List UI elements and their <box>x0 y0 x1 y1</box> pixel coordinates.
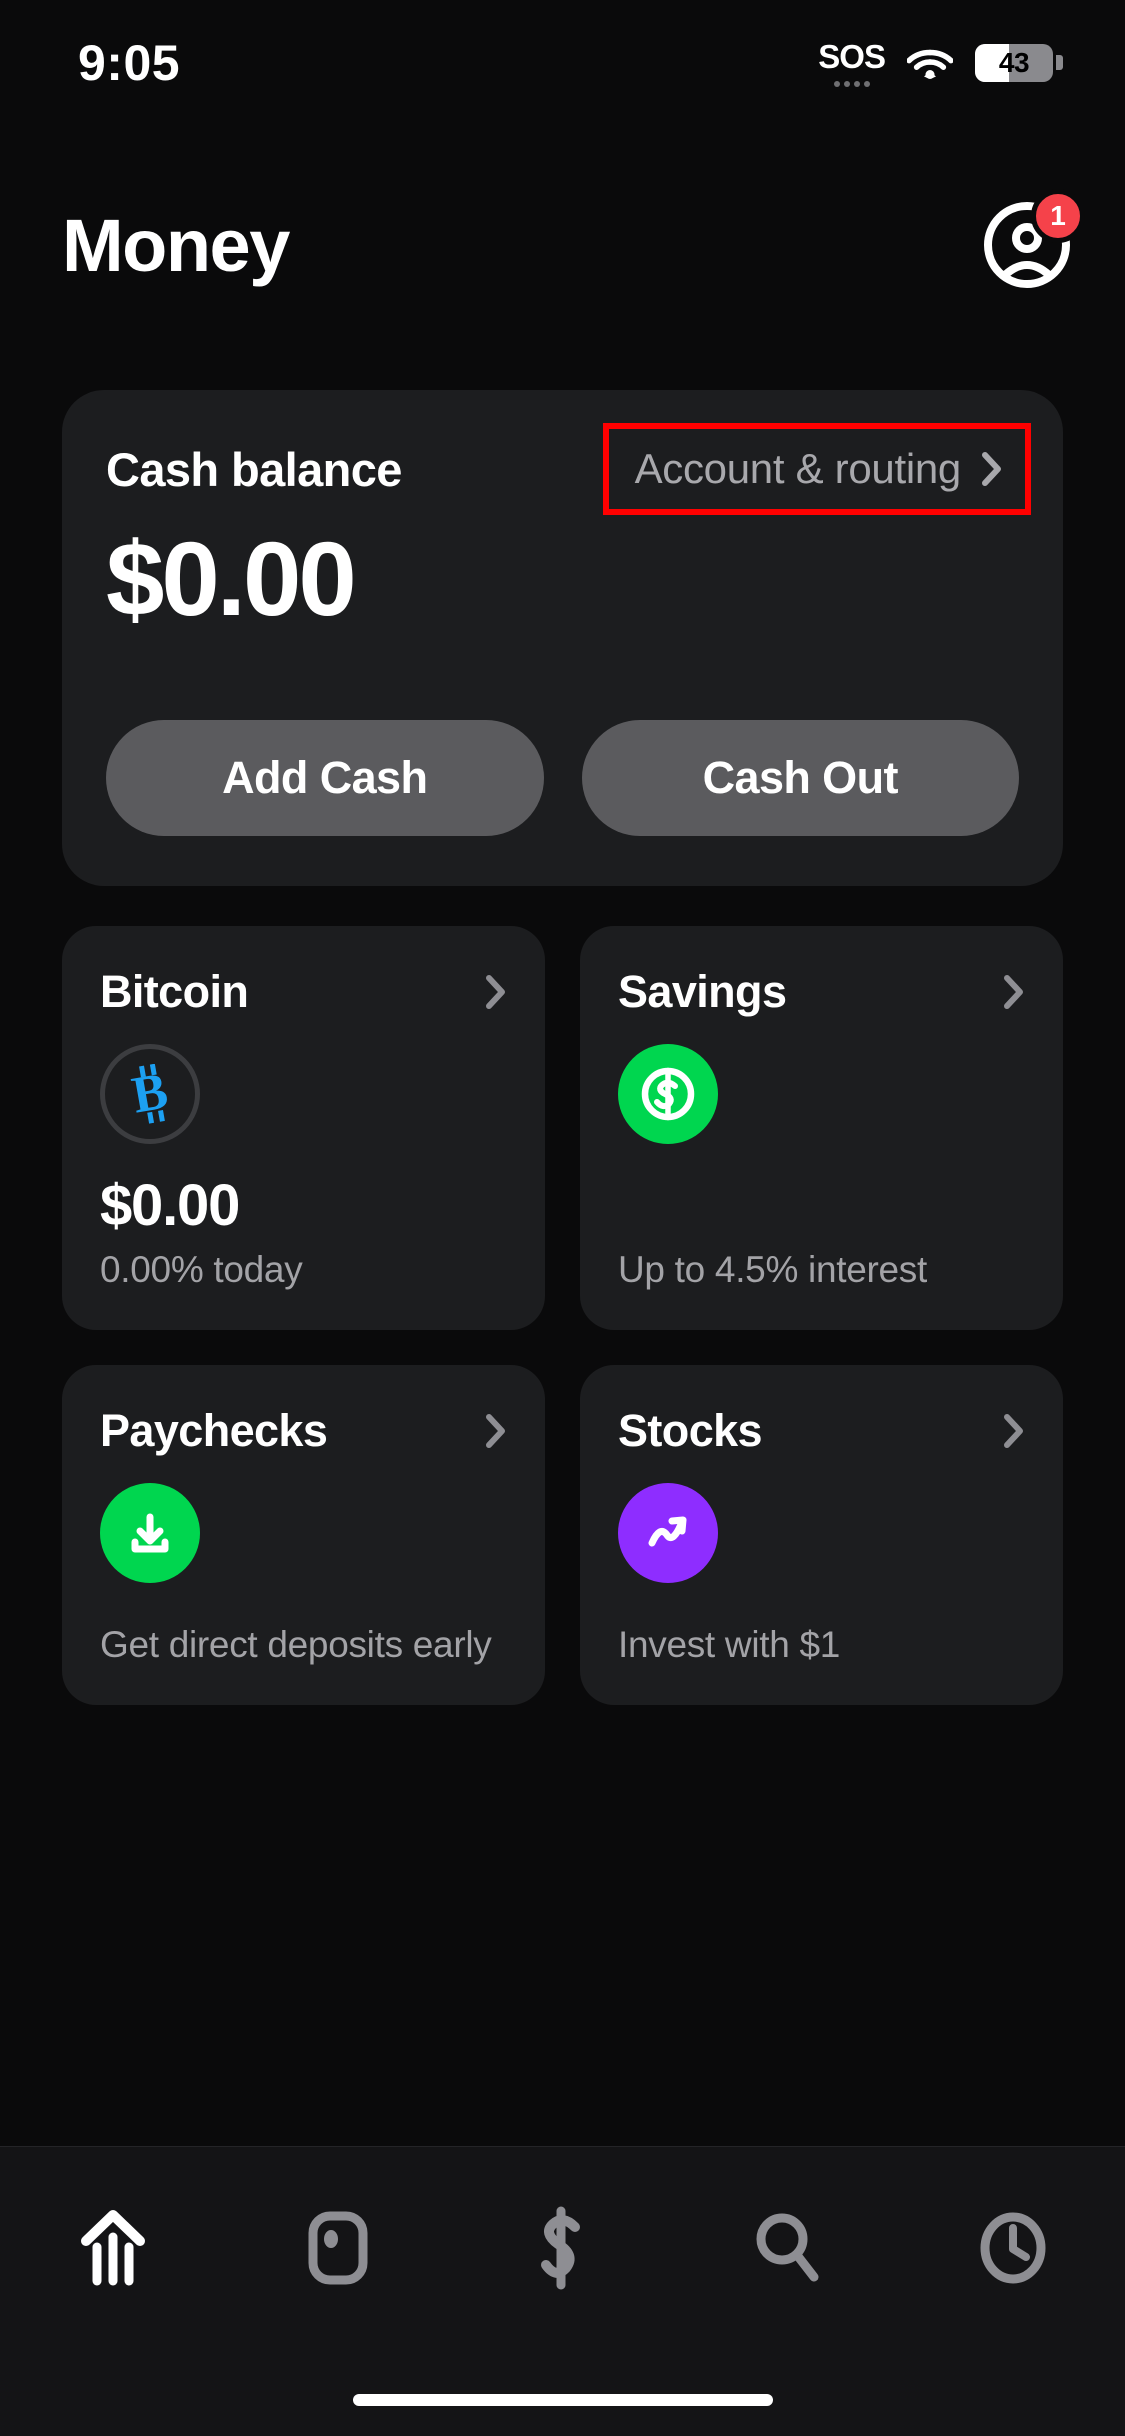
account-and-routing-button[interactable]: Account & routing <box>602 423 1031 515</box>
status-bar-indicators: SOS 43 <box>818 38 1063 87</box>
tab-card[interactable] <box>263 2195 413 2305</box>
chevron-right-icon <box>485 974 507 1010</box>
search-icon <box>752 2209 824 2292</box>
card-icon <box>306 2209 370 2292</box>
savings-dollar-circle-icon <box>618 1043 718 1144</box>
status-bar-clock: 9:05 <box>78 34 181 91</box>
cash-balance-amount: $0.00 <box>106 521 357 638</box>
tab-activity[interactable] <box>938 2195 1088 2305</box>
direct-deposit-download-icon <box>100 1482 200 1583</box>
tile-paychecks-title: Paychecks <box>100 1404 328 1456</box>
profile-avatar-button[interactable]: 1 <box>981 189 1085 291</box>
tile-bitcoin-header: Bitcoin <box>100 966 507 1018</box>
cash-actions-row: Add Cash Cash Out <box>106 719 1019 836</box>
tile-savings[interactable]: Savings Up to 4.5% interest <box>580 925 1063 1330</box>
tile-paychecks[interactable]: Paychecks Get direct deposits early <box>62 1364 545 1705</box>
page-header: Money 1 <box>0 189 1125 300</box>
phone-screen: 9:05 SOS 43 Money 1 Cash balance Account… <box>0 0 1125 2436</box>
battery-percent-label: 43 <box>998 46 1030 78</box>
stocks-trend-arrow-icon <box>618 1482 718 1583</box>
wifi-icon <box>907 46 953 80</box>
cash-balance-card: Cash balance Account & routing $0.00 Add… <box>62 390 1063 886</box>
tab-payments[interactable] <box>488 2195 638 2305</box>
tile-savings-title: Savings <box>618 965 787 1017</box>
cash-out-button[interactable]: Cash Out <box>581 719 1019 836</box>
tile-bitcoin[interactable]: Bitcoin B $0.00 0.00% today <box>62 925 545 1330</box>
tile-savings-subtitle: Up to 4.5% interest <box>618 1248 927 1290</box>
main-content: Cash balance Account & routing $0.00 Add… <box>0 330 1125 1705</box>
clock-icon <box>976 2209 1050 2292</box>
sos-indicator: SOS <box>818 38 886 87</box>
bottom-tab-bar <box>0 2146 1125 2436</box>
tile-bitcoin-value: $0.00 <box>100 1172 240 1238</box>
battery-body: 43 <box>975 43 1053 82</box>
banking-arrow-icon <box>76 2207 150 2294</box>
tile-paychecks-subtitle: Get direct deposits early <box>100 1623 492 1665</box>
chevron-right-icon <box>1003 1413 1025 1449</box>
tile-stocks-header: Stocks <box>618 1405 1025 1457</box>
sos-label: SOS <box>818 38 886 75</box>
tile-bitcoin-subtitle: 0.00% today <box>100 1248 303 1290</box>
profile-avatar-icon <box>981 202 1073 295</box>
chevron-right-icon <box>485 1413 507 1449</box>
dollar-sign-icon <box>534 2205 592 2296</box>
page-title: Money <box>62 203 290 287</box>
chevron-right-icon <box>981 451 1003 487</box>
bitcoin-icon: B <box>100 1043 200 1144</box>
tile-paychecks-header: Paychecks <box>100 1405 507 1457</box>
tile-savings-header: Savings <box>618 966 1025 1018</box>
battery-indicator: 43 <box>975 43 1063 82</box>
account-and-routing-label: Account & routing <box>634 445 962 492</box>
cash-balance-header-row: Cash balance Account & routing <box>106 423 1031 515</box>
add-cash-button[interactable]: Add Cash <box>106 719 544 836</box>
tile-stocks[interactable]: Stocks Invest with $1 <box>580 1364 1063 1705</box>
home-indicator <box>352 2394 773 2406</box>
feature-tile-grid: Bitcoin B $0.00 0.00% today Savings Up t… <box>62 925 1063 1705</box>
tile-stocks-subtitle: Invest with $1 <box>618 1623 841 1665</box>
tab-search[interactable] <box>713 2195 863 2305</box>
tab-banking[interactable] <box>38 2195 188 2305</box>
status-bar: 9:05 SOS 43 <box>0 0 1125 125</box>
battery-cap <box>1056 55 1063 70</box>
tile-stocks-title: Stocks <box>618 1404 763 1456</box>
cash-balance-label: Cash balance <box>106 442 402 496</box>
sos-signal-dots <box>833 81 870 87</box>
chevron-right-icon <box>1003 974 1025 1010</box>
notification-badge: 1 <box>1031 189 1085 243</box>
tile-bitcoin-title: Bitcoin <box>100 965 249 1017</box>
